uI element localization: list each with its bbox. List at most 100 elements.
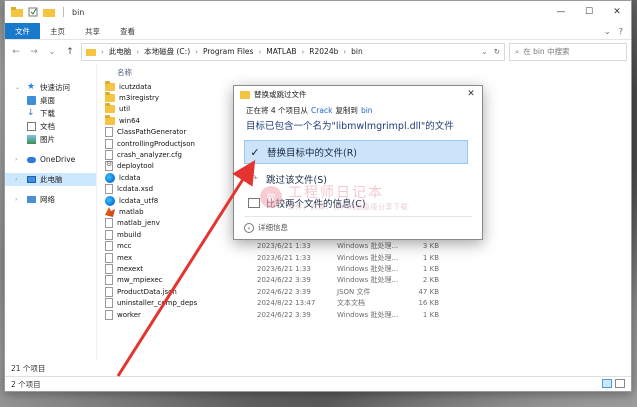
file-size: 47 KB xyxy=(418,287,439,296)
dialog-dest-link[interactable]: bin xyxy=(361,106,373,115)
column-header-name[interactable]: 名称 xyxy=(105,67,257,78)
view-toggle xyxy=(602,379,625,388)
option-label: 比较两个文件的信息(C) xyxy=(266,199,366,210)
chevron-down-icon[interactable]: ⌄ xyxy=(481,47,487,56)
file-row[interactable]: mexext 2023/6/21 1:33 Windows 批处理... 1 KB xyxy=(105,263,631,274)
breadcrumb-program-files[interactable]: Program Files xyxy=(203,47,254,56)
recent-locations-icon[interactable]: ⌄ xyxy=(45,47,59,57)
network-icon xyxy=(27,196,36,203)
maximize-button[interactable]: ☐ xyxy=(575,1,603,23)
tab-home[interactable]: 主页 xyxy=(40,23,75,39)
file-name: ProductData.json xyxy=(117,287,177,296)
breadcrumb-matlab[interactable]: MATLAB xyxy=(266,47,296,56)
large-icons-view-button[interactable] xyxy=(615,379,625,388)
skip-files-option[interactable]: ↷ 跳过该文件(S) xyxy=(244,167,468,191)
refresh-icon[interactable]: ↻ xyxy=(494,47,500,56)
nav-this-pc[interactable]: › 此电脑 xyxy=(5,173,96,186)
nav-onedrive[interactable]: › OneDrive xyxy=(5,153,96,166)
file-size: 1 KB xyxy=(422,310,439,319)
dialog-sub-mid: 复制到 xyxy=(335,105,358,115)
up-arrow-icon[interactable]: ↑ xyxy=(63,47,77,57)
chevron-right-icon: › xyxy=(195,47,198,56)
gear-file-icon xyxy=(105,160,113,172)
file-name: lcdata xyxy=(119,173,141,182)
minimize-button[interactable]: — xyxy=(547,1,575,23)
file-row[interactable]: ProductData.json 2024/6/22 3:39 JSON 文件 47 … xyxy=(105,286,631,297)
nav-network[interactable]: › 网络 xyxy=(5,193,96,206)
compare-files-option[interactable]: 比较两个文件的信息(C) xyxy=(244,191,468,215)
help-icon[interactable]: ? xyxy=(619,27,623,36)
properties-icon[interactable] xyxy=(27,7,39,17)
status-item-count: 21 个项目 xyxy=(11,364,46,373)
new-folder-icon[interactable] xyxy=(43,7,55,17)
nav-quick-access[interactable]: ⌄ ★ 快速访问 xyxy=(5,81,96,94)
option-label: 跳过该文件(S) xyxy=(266,175,327,186)
file-type: JSON 文件 xyxy=(337,287,371,296)
chevron-right-icon: › xyxy=(301,47,305,56)
file-name-cell: mcc xyxy=(105,241,257,252)
dialog-heading: 目标已包含一个名为"libmwlmgrimpl.dll"的文件 xyxy=(246,121,454,132)
file-name: crash_analyzer.cfg xyxy=(117,151,182,160)
dialog-separator xyxy=(244,216,472,217)
search-input[interactable]: ⌕ 在 bin 中搜索 xyxy=(509,42,627,61)
tab-file[interactable]: 文件 xyxy=(5,23,40,39)
folder-icon xyxy=(105,92,115,103)
file-icon xyxy=(105,263,113,274)
file-row[interactable]: mw_mpiexec 2024/6/22 3:39 Windows 批处理... 2 … xyxy=(105,275,631,286)
chevron-down-icon[interactable]: ⌄ xyxy=(15,84,23,91)
more-details-toggle[interactable]: ⌄ 详细信息 xyxy=(244,222,288,233)
nav-pictures[interactable]: 图片 xyxy=(5,133,96,146)
chevron-right-icon[interactable]: › xyxy=(15,176,23,183)
file-date: 2024/6/22 3:39 xyxy=(257,276,311,285)
file-row[interactable]: mex 2023/6/21 1:33 Windows 批处理... 1 KB xyxy=(105,252,631,263)
breadcrumb-bin[interactable]: bin xyxy=(351,47,363,56)
back-arrow-icon[interactable]: ← xyxy=(9,47,23,57)
copy-icon xyxy=(240,90,250,99)
chevron-right-icon[interactable]: › xyxy=(15,196,23,203)
address-bar[interactable]: › 此电脑 › 本地磁盘 (C:) › Program Files › MATL… xyxy=(81,42,505,61)
picture-icon xyxy=(27,135,36,144)
file-type: 文本文档 xyxy=(337,299,365,308)
breadcrumb-local-disk[interactable]: 本地磁盘 (C:) xyxy=(144,46,190,57)
breadcrumb-r2024b[interactable]: R2024b xyxy=(309,47,338,56)
folder-icon xyxy=(11,7,23,17)
file-size: 1 KB xyxy=(422,253,439,262)
nav-downloads[interactable]: ↓ 下载 xyxy=(5,107,96,120)
dialog-source-link[interactable]: Crack xyxy=(311,106,332,115)
forward-arrow-icon[interactable]: → xyxy=(27,47,41,57)
quick-access-separator xyxy=(63,7,64,17)
file-name: util xyxy=(119,105,131,114)
file-icon xyxy=(105,138,113,149)
file-row[interactable]: uninstaller_comp_deps 2024/8/22 13:47 文本文档… xyxy=(105,297,631,309)
option-label: 替换目标中的文件(R) xyxy=(267,148,358,159)
breadcrumb-this-pc[interactable]: 此电脑 xyxy=(109,46,132,57)
file-date: 2023/6/21 1:33 xyxy=(257,242,311,251)
file-type: Windows 批处理... xyxy=(337,310,399,319)
close-button[interactable]: ✕ xyxy=(603,1,631,23)
browser-file-icon xyxy=(105,172,115,183)
file-type: Windows 批处理... xyxy=(337,253,399,262)
address-row: ← → ⌄ ↑ › 此电脑 › 本地磁盘 (C:) › Program File… xyxy=(5,39,631,63)
ribbon-right-controls: ⌄ ? xyxy=(604,23,631,39)
chevron-down-icon: ⌄ xyxy=(244,222,254,233)
file-name: mcc xyxy=(117,242,132,251)
dialog-close-button[interactable]: ✕ xyxy=(460,89,482,99)
file-icon xyxy=(105,286,113,297)
file-type: Windows 批处理... xyxy=(337,242,399,251)
file-icon xyxy=(105,275,113,286)
search-placeholder: 在 bin 中搜索 xyxy=(523,47,570,56)
chevron-right-icon[interactable]: › xyxy=(15,156,23,163)
chevron-down-icon[interactable]: ⌄ xyxy=(604,27,611,36)
tab-share[interactable]: 共享 xyxy=(75,23,110,39)
tab-view[interactable]: 查看 xyxy=(110,23,145,39)
file-row[interactable]: worker 2024/6/22 3:39 Windows 批处理... 1 KB xyxy=(105,309,631,320)
replace-files-option[interactable]: ✓ 替换目标中的文件(R) xyxy=(244,140,468,164)
file-row[interactable]: mcc 2023/6/21 1:33 Windows 批处理... 3 KB xyxy=(105,240,631,252)
ribbon-tabs: 文件 主页 共享 查看 ⌄ ? xyxy=(5,23,631,39)
nav-desktop[interactable]: 桌面 xyxy=(5,94,96,107)
nav-documents[interactable]: 文档 xyxy=(5,120,96,133)
file-icon xyxy=(105,229,113,240)
nav-label: 快速访问 xyxy=(40,83,70,92)
details-view-button[interactable] xyxy=(602,379,612,388)
